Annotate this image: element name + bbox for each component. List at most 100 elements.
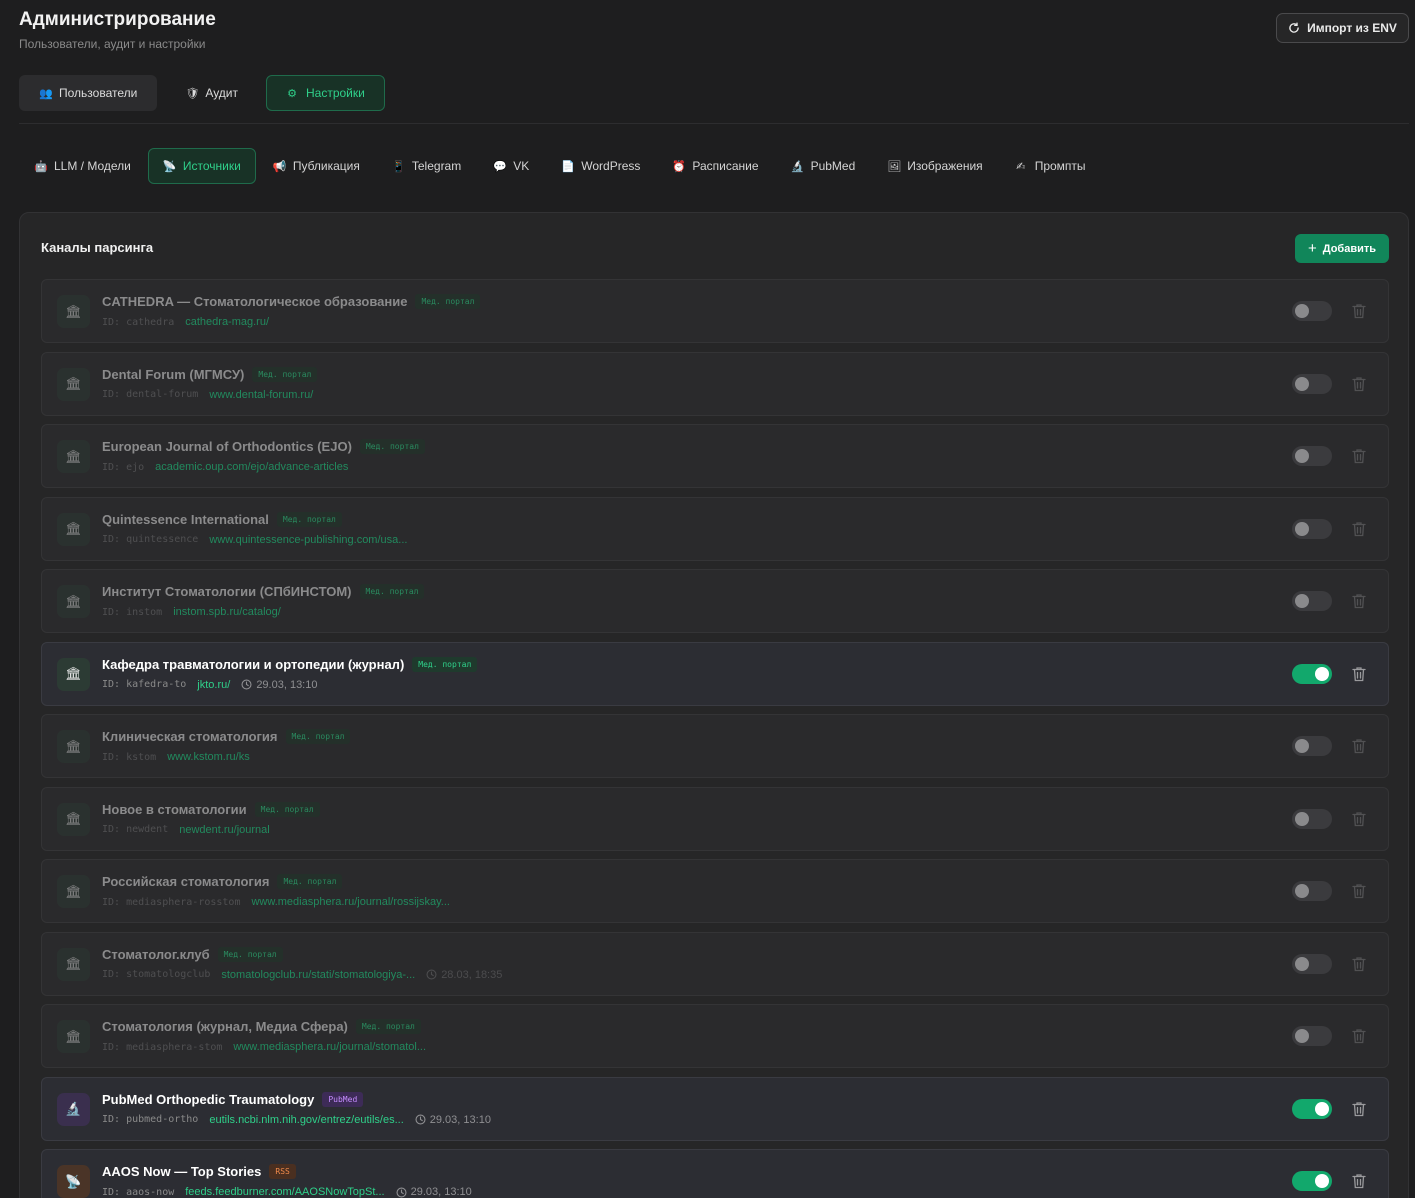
channel-name-line: AAOS Now — Top Stories RSS — [102, 1164, 296, 1179]
channel-row[interactable]: 🏛 Клиническая стоматология Мед. портал ID: … — [41, 714, 1389, 778]
toggle-knob — [1315, 1101, 1329, 1116]
channel-title: Новое в стоматологии — [102, 801, 247, 817]
channel-url[interactable]: jkto.ru/ — [197, 679, 230, 691]
channel-enabled-toggle[interactable] — [1292, 736, 1332, 756]
channel-url[interactable]: newdent.ru/journal — [179, 824, 270, 836]
channel-row[interactable]: 📡 AAOS Now — Top Stories RSS ID: aaos-now fe… — [41, 1149, 1389, 1198]
channel-row[interactable]: 🏛 Кафедра травматологии и ортопедии (журн… — [41, 641, 1389, 706]
subtab-llm[interactable]: 🤖 LLM / Модели — [19, 148, 146, 184]
channel-url[interactable]: cathedra-mag.ru/ — [185, 316, 269, 328]
tab-audit[interactable]: 🛡 Аудит — [165, 75, 258, 111]
channel-row[interactable]: 🏛 Quintessence International Мед. портал ID… — [41, 496, 1389, 561]
channel-title: Стоматология (журнал, Медиа Сфера) — [102, 1019, 348, 1034]
channel-row[interactable]: 🏛 Dental Forum (МГМСУ) Мед. портал ID: dent… — [41, 351, 1389, 416]
subtab-label: Изображения — [907, 159, 983, 173]
toggle-knob — [1295, 956, 1309, 971]
channel-enabled-toggle[interactable] — [1292, 301, 1332, 321]
channel-id: ID: pubmed-ortho — [102, 1114, 199, 1125]
channel-url[interactable]: instom.spb.ru/catalog/ — [173, 606, 281, 618]
channel-enabled-toggle[interactable] — [1292, 591, 1332, 611]
channel-meta: ID: instom instom.spb.ru/catalog/ — [102, 606, 281, 618]
channel-enabled-toggle[interactable] — [1292, 663, 1332, 684]
subtab-images[interactable]: 🖼 Изображения — [872, 148, 997, 184]
channel-url[interactable]: www.mediasphera.ru/journal/stomatol... — [233, 1041, 426, 1053]
trash-icon[interactable] — [1352, 956, 1366, 972]
channel-row[interactable]: 🏛 European Journal of Orthodontics (EJO) М… — [41, 424, 1389, 488]
trash-icon[interactable] — [1352, 1028, 1366, 1044]
subtab-wordpress[interactable]: 📄 WordPress — [546, 148, 655, 184]
subtab-label: Промпты — [1034, 159, 1086, 173]
channel-url[interactable]: www.mediasphera.ru/journal/rossijskay... — [251, 896, 449, 908]
channel-enabled-toggle[interactable] — [1292, 1026, 1332, 1046]
channel-url[interactable]: www.dental-forum.ru/ — [209, 389, 313, 401]
channel-enabled-toggle[interactable] — [1292, 1171, 1332, 1191]
channel-row[interactable]: 🔬 PubMed Orthopedic Traumatology PubMed ID:… — [41, 1076, 1389, 1141]
channel-row[interactable]: 🏛 Стоматолог.клуб Мед. портал ID: stomatolo… — [41, 931, 1389, 996]
toggle-knob — [1295, 884, 1309, 898]
trash-icon[interactable] — [1352, 738, 1366, 754]
subtab-telegram[interactable]: 📱 Telegram — [377, 148, 476, 184]
channel-enabled-toggle[interactable] — [1292, 808, 1332, 829]
subtab-label: LLM / Модели — [54, 159, 131, 173]
trash-icon[interactable] — [1352, 1173, 1366, 1189]
channel-type-badge: Мед. портал — [217, 946, 283, 962]
channel-url[interactable]: www.quintessence-publishing.com/usa... — [209, 534, 407, 546]
channel-row[interactable]: 🏛 Новое в стоматологии Мед. портал ID: newd… — [41, 786, 1389, 851]
users-icon: 👥 — [39, 87, 53, 100]
channel-enabled-toggle[interactable] — [1292, 881, 1332, 901]
clock-icon — [426, 969, 437, 980]
channel-row[interactable]: 🏛 Институт Стоматологии (СПбИНСТОМ) Мед. п… — [41, 569, 1389, 633]
trash-icon[interactable] — [1352, 448, 1366, 464]
channel-url[interactable]: www.kstom.ru/ks — [167, 751, 250, 763]
satellite-icon: 📡 — [162, 160, 177, 173]
channel-url[interactable]: eutils.ncbi.nlm.nih.gov/entrez/eutils/es… — [209, 1114, 403, 1126]
channel-enabled-toggle[interactable] — [1292, 953, 1332, 974]
page-title: Администрирование — [19, 9, 216, 30]
subtab-sources[interactable]: 📡 Источники — [147, 148, 256, 184]
channel-id: ID: newdent — [102, 824, 169, 835]
channel-title: AAOS Now — Top Stories — [102, 1164, 262, 1179]
channel-type-badge: Мед. портал — [276, 511, 342, 527]
tab-settings[interactable]: ⚙ Настройки — [266, 75, 385, 111]
channel-row[interactable]: 🏛 Российская стоматология Мед. портал ID: m… — [41, 859, 1389, 923]
megaphone-icon: 📢 — [272, 160, 287, 173]
channel-enabled-toggle[interactable] — [1292, 518, 1332, 539]
channel-row[interactable]: 🏛 CATHEDRA — Стоматологическое образовани… — [41, 279, 1389, 343]
trash-icon[interactable] — [1352, 593, 1366, 609]
toggle-knob — [1315, 1174, 1329, 1188]
subtab-label: WordPress — [581, 159, 641, 173]
toggle-knob — [1295, 1029, 1309, 1043]
add-channel-label: Добавить — [1322, 242, 1377, 255]
channel-row[interactable]: 🏛 Стоматология (журнал, Медиа Сфера) Мед. … — [41, 1004, 1389, 1068]
trash-icon[interactable] — [1352, 1101, 1366, 1117]
channel-url[interactable]: academic.oup.com/ejo/advance-articles — [155, 461, 348, 473]
import-env-button[interactable]: Импорт из ENV — [1276, 13, 1409, 43]
channel-id: ID: mediasphera-stom — [102, 1041, 223, 1053]
subtab-prompts[interactable]: ✍ Промпты — [1000, 148, 1101, 184]
toggle-knob — [1295, 739, 1309, 753]
subtab-publication[interactable]: 📢 Публикация — [258, 148, 375, 184]
last-parsed-time: 29.03, 13:10 — [396, 1186, 472, 1198]
tab-users[interactable]: 👥 Пользователи — [19, 75, 158, 111]
subtab-pubmed[interactable]: 🔬 PubMed — [776, 148, 871, 184]
channel-title: Институт Стоматологии (СПбИНСТОМ) — [102, 584, 352, 599]
channel-enabled-toggle[interactable] — [1292, 373, 1332, 394]
channel-meta: ID: stomatologclub stomatologclub.ru/stat… — [102, 969, 502, 981]
trash-icon[interactable] — [1352, 811, 1366, 827]
trash-icon[interactable] — [1352, 521, 1366, 537]
trash-icon[interactable] — [1352, 303, 1366, 319]
channel-url[interactable]: stomatologclub.ru/stati/stomatologiya-..… — [221, 969, 415, 981]
subtab-schedule[interactable]: ⏰ Расписание — [657, 148, 773, 184]
trash-icon[interactable] — [1352, 376, 1366, 392]
channel-enabled-toggle[interactable] — [1292, 1098, 1332, 1119]
channel-name-line: Dental Forum (МГМСУ) Мед. портал — [102, 366, 318, 382]
trash-icon[interactable] — [1352, 666, 1366, 682]
import-env-label: Импорт из ENV — [1307, 21, 1397, 35]
channel-url[interactable]: feeds.feedburner.com/AAOSNowTopSt... — [185, 1186, 384, 1198]
channel-enabled-toggle[interactable] — [1292, 446, 1332, 466]
channel-title: Стоматолог.клуб — [102, 946, 210, 962]
trash-icon[interactable] — [1352, 883, 1366, 899]
subtab-vk[interactable]: 💬 VK — [478, 148, 544, 184]
microscope-icon: 🔬 — [790, 160, 805, 173]
add-channel-button[interactable]: + Добавить — [1295, 234, 1389, 263]
